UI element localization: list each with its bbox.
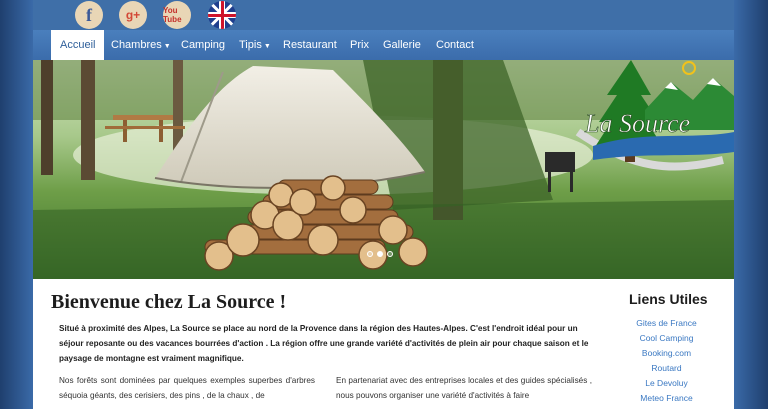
nav-camping[interactable]: Camping: [172, 30, 234, 60]
facebook-icon[interactable]: f: [75, 1, 103, 29]
nav-contact[interactable]: Contact: [427, 30, 483, 60]
uk-flag-icon[interactable]: [208, 1, 236, 29]
link-gites-de-france[interactable]: Gites de France: [609, 316, 724, 331]
social-bar: f g+ You Tube: [33, 0, 734, 30]
main-navigation: Accueil Chambres ▼ Camping Tipis ▼ Restaur…: [33, 30, 734, 60]
nav-restaurant[interactable]: Restaurant: [274, 30, 346, 60]
slide-dot-1[interactable]: [367, 251, 373, 257]
link-booking[interactable]: Booking.com: [609, 346, 724, 361]
logo-text: La Source: [584, 109, 690, 138]
link-meteo-france[interactable]: Meteo France: [609, 391, 724, 406]
link-routard[interactable]: Routard: [609, 361, 724, 376]
intro-text: Situé à proximité des Alpes, La Source s…: [59, 324, 589, 363]
link-le-devoluy[interactable]: Le Devoluy: [609, 376, 724, 391]
link-cool-camping[interactable]: Cool Camping: [609, 331, 724, 346]
main-content: Bienvenue chez La Source ! Situé à proxi…: [33, 279, 734, 409]
nav-tipis[interactable]: Tipis ▼: [230, 30, 280, 60]
column-text-left: Nos forêts sont dominées par quelques ex…: [59, 376, 315, 400]
page-title: Bienvenue chez La Source !: [51, 291, 287, 313]
useful-links-title: Liens Utiles: [629, 291, 708, 307]
slide-dot-3[interactable]: [387, 251, 393, 257]
chevron-down-icon: ▼: [163, 43, 171, 50]
column-text-right: En partenariat avec des entreprises loca…: [336, 376, 592, 400]
youtube-icon[interactable]: You Tube: [163, 1, 191, 29]
useful-links-list: Gites de France Cool Camping Booking.com…: [609, 316, 724, 406]
right-gutter: [734, 0, 768, 409]
slide-dot-2[interactable]: [377, 251, 383, 257]
nav-chambres-label: Chambres: [111, 39, 162, 51]
chevron-down-icon: ▼: [263, 43, 271, 50]
nav-gallerie[interactable]: Gallerie: [374, 30, 430, 60]
nav-accueil[interactable]: Accueil: [51, 30, 105, 60]
left-gutter: [0, 0, 33, 409]
nav-tipis-label: Tipis: [239, 39, 262, 51]
hero-image: La Source: [33, 60, 734, 279]
hero-slider[interactable]: La Source: [33, 60, 734, 279]
nav-chambres[interactable]: Chambres ▼: [102, 30, 180, 60]
nav-prix[interactable]: Prix: [341, 30, 378, 60]
slider-dots: [367, 251, 393, 257]
google-plus-icon[interactable]: g+: [119, 1, 147, 29]
